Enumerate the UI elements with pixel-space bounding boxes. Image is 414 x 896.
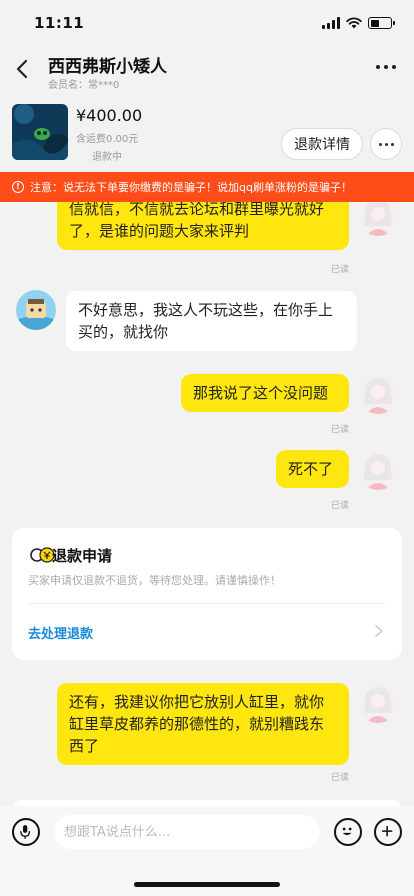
status-time: 11:11 <box>34 14 85 32</box>
emoji-icon[interactable] <box>334 818 362 846</box>
chat-messages: 信就信，不信就去论坛和群里曝光就好了，是谁的问题大家来评判 已读 不好意思，我这… <box>0 202 414 806</box>
chat-title: 西西弗斯小矮人 <box>48 57 167 77</box>
battery-icon <box>368 17 395 29</box>
signal-icon <box>322 17 340 29</box>
my-avatar[interactable] <box>358 683 398 723</box>
back-arrow-icon[interactable] <box>12 58 34 80</box>
refund-request-card: 退款申请 买家申请仅退款不退货，等待您处理。请谨慎操作！ 去处理退款 <box>12 528 402 660</box>
member-name: 会员名：常***0 <box>48 80 120 91</box>
chat-header: 西西弗斯小矮人 会员名：常***0 <box>0 46 414 96</box>
my-avatar[interactable] <box>358 374 398 414</box>
home-indicator <box>134 882 280 887</box>
refund-card-title: 退款申请 <box>52 547 113 565</box>
refund-status: 退款中 <box>92 152 122 163</box>
handle-refund-link[interactable]: 去处理退款 <box>28 623 93 642</box>
message-bubble-me[interactable]: 信就信，不信就去论坛和群里曝光就好了，是谁的问题大家来评判 <box>57 202 349 250</box>
message-input-bar <box>0 806 414 896</box>
divider <box>28 603 386 604</box>
product-shipping: 含运费0.00元 <box>76 134 139 145</box>
microphone-icon[interactable] <box>12 818 40 846</box>
product-more-icon[interactable] <box>370 128 402 160</box>
message-bubble-other[interactable]: 不好意思，我这人不玩这些，在你手上买的，就找你 <box>66 291 357 351</box>
chevron-right-icon[interactable] <box>374 624 384 638</box>
refund-detail-button[interactable]: 退款详情 <box>281 128 363 160</box>
message-bubble-me[interactable]: 死不了 <box>276 450 349 488</box>
product-price: ¥400.00 <box>76 106 143 125</box>
add-icon[interactable] <box>374 818 402 846</box>
status-bar: 11:11 <box>0 0 414 46</box>
seller-avatar[interactable] <box>16 290 56 330</box>
warning-text: 注意：说无法下单要你缴费的是骗子！说加qq刷单涨粉的是骗子！ <box>30 181 352 194</box>
warning-icon: ! <box>12 181 24 193</box>
my-avatar[interactable] <box>358 202 398 236</box>
product-bar: ¥400.00 含运费0.00元 退款中 退款详情 <box>0 96 414 172</box>
product-thumbnail[interactable] <box>12 104 68 160</box>
more-options-icon[interactable] <box>376 60 400 74</box>
status-icons <box>322 17 395 29</box>
read-receipt: 已读 <box>331 773 350 783</box>
read-receipt: 已读 <box>331 265 350 275</box>
message-bubble-me[interactable]: 那我说了这个没问题 <box>181 374 349 412</box>
read-receipt: 已读 <box>331 425 350 435</box>
message-bubble-me[interactable]: 还有，我建议你把它放别人缸里，就你缸里草皮都养的那德性的，就别糟践东西了 <box>57 683 349 765</box>
read-receipt: 已读 <box>331 501 350 511</box>
message-input[interactable] <box>54 815 320 849</box>
refund-card-description: 买家申请仅退款不退货，等待您处理。请谨慎操作！ <box>28 574 281 587</box>
scam-warning-banner: ! 注意：说无法下单要你缴费的是骗子！说加qq刷单涨粉的是骗子！ <box>0 172 414 202</box>
my-avatar[interactable] <box>358 450 398 490</box>
wifi-icon <box>346 17 362 29</box>
